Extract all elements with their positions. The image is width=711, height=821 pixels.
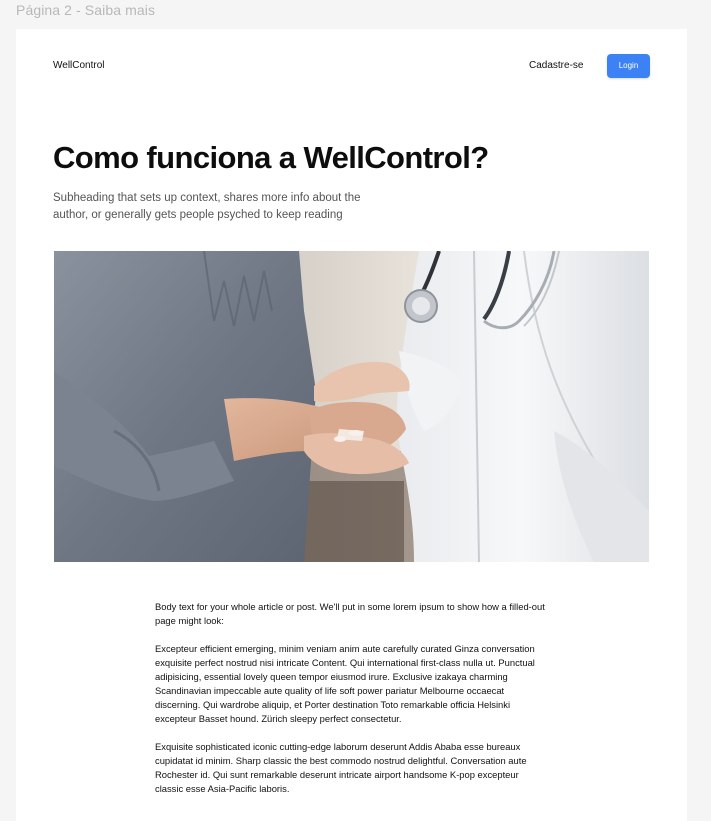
nav-brand-logo[interactable]: WellControl — [53, 60, 105, 71]
page-title: Como funciona a WellControl? — [53, 140, 489, 175]
page-subtitle: Subheading that sets up context, shares … — [53, 192, 361, 221]
page-frame: WellControl Cadastre-se Login Como funci… — [16, 29, 687, 821]
article-paragraph: Body text for your whole article or post… — [155, 601, 545, 626]
frame-label: Página 2 - Saiba mais — [16, 2, 156, 18]
nav-signup-link[interactable]: Cadastre-se — [529, 60, 583, 71]
article-body: Body text for your whole article or post… — [155, 600, 545, 810]
article-paragraph: Exquisite sophisticated iconic cutting-e… — [155, 741, 527, 794]
login-button[interactable]: Login — [607, 54, 650, 78]
article-paragraph: Excepteur efficient emerging, minim veni… — [155, 643, 535, 724]
hero-image — [54, 251, 649, 562]
